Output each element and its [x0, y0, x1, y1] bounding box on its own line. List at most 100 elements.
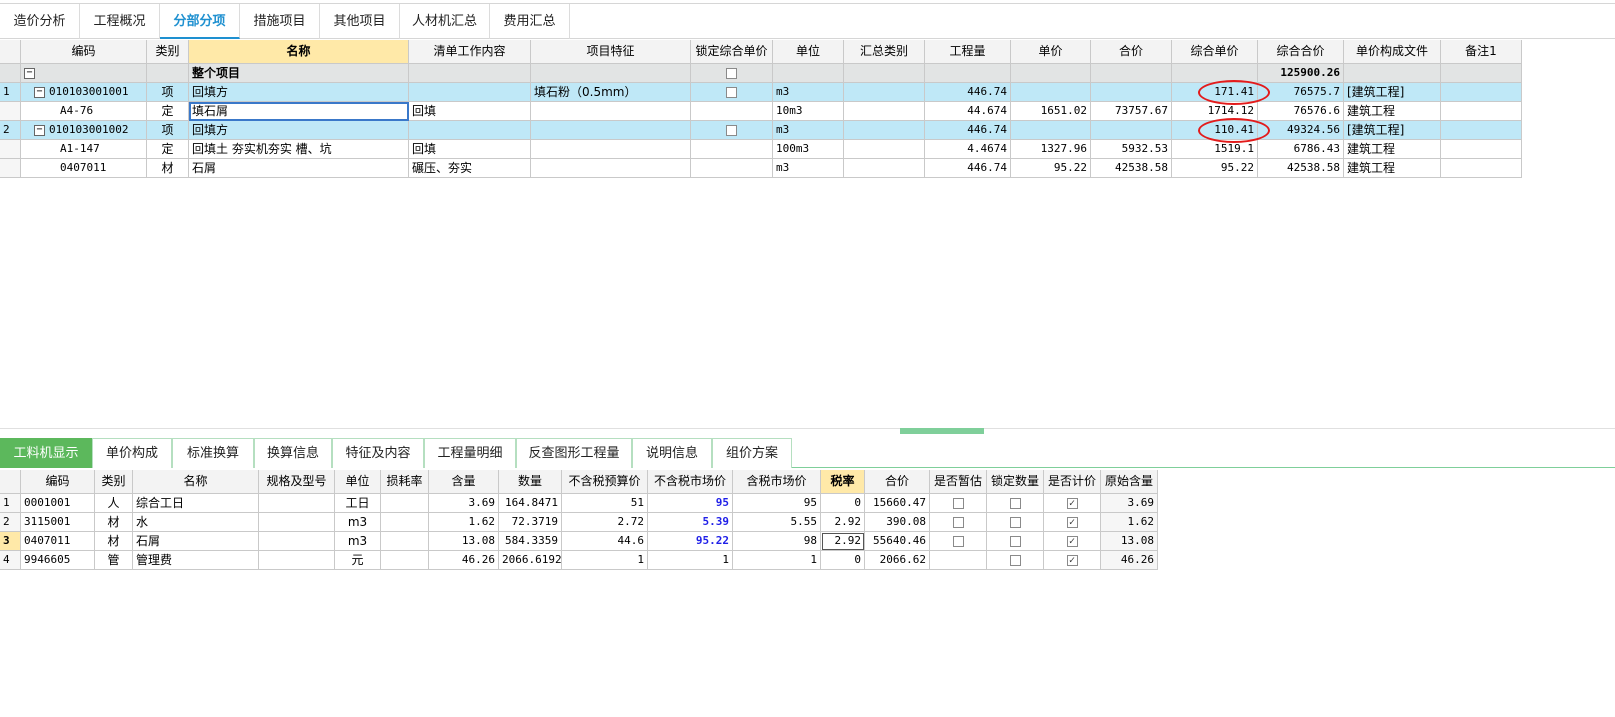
priced-checkbox[interactable]: ✓ [1066, 535, 1078, 547]
detail-header-lock[interactable]: 锁定数量 [987, 470, 1044, 494]
detail-cell-lock[interactable] [987, 494, 1044, 513]
priced-checkbox[interactable]: ✓ [1066, 554, 1078, 566]
detail-header-priced[interactable]: 是否计价 [1044, 470, 1101, 494]
detail-cell-estimate[interactable] [930, 494, 987, 513]
main-header-qty[interactable]: 工程量 [925, 40, 1011, 64]
lock-checkbox[interactable] [1009, 554, 1021, 566]
tab-conversion-info[interactable]: 换算信息 [254, 438, 332, 468]
detail-header-tax_market[interactable]: 含税市场价 [733, 470, 821, 494]
main-header-feature[interactable]: 项目特征 [531, 40, 691, 64]
tab-project-overview[interactable]: 工程概况 [80, 4, 160, 39]
detail-cell-type: 人 [95, 494, 133, 513]
tab-other-items[interactable]: 其他项目 [320, 4, 400, 39]
lock-price-checkbox[interactable] [726, 86, 737, 98]
pane-splitter[interactable] [0, 428, 1615, 429]
detail-header-tax_rate[interactable]: 税率 [821, 470, 865, 494]
detail-header-spec[interactable]: 规格及型号 [259, 470, 335, 494]
main-header-name[interactable]: 名称 [189, 40, 409, 64]
tab-labor-material-summary[interactable]: 人材机汇总 [400, 4, 490, 39]
detail-header-budget[interactable]: 不含税预算价 [562, 470, 648, 494]
tab-standard-conversion[interactable]: 标准换算 [172, 438, 254, 468]
tab-measures[interactable]: 措施项目 [240, 4, 320, 39]
cell-cprice: 110.41 [1172, 121, 1258, 140]
tab-description-info[interactable]: 说明信息 [632, 438, 712, 468]
detail-cell-priced[interactable]: ✓ [1044, 494, 1101, 513]
main-header-ctotal[interactable]: 综合合价 [1258, 40, 1344, 64]
detail-cell-priced[interactable]: ✓ [1044, 513, 1101, 532]
detail-cell-qty: 72.3719 [499, 513, 562, 532]
main-header-cprice[interactable]: 综合单价 [1172, 40, 1258, 64]
tab-labor-material-display[interactable]: 工料机显示 [0, 438, 92, 468]
tab-reverse-graphic-quantity[interactable]: 反查图形工程量 [516, 438, 632, 468]
detail-cell-qty: 584.3359 [499, 532, 562, 551]
cell-lock[interactable] [691, 64, 773, 83]
tab-quantity-detail[interactable]: 工程量明细 [424, 438, 516, 468]
lock-checkbox[interactable] [1009, 516, 1021, 528]
main-header-unit[interactable]: 单位 [773, 40, 844, 64]
detail-header-content[interactable]: 含量 [429, 470, 499, 494]
cell-lock[interactable] [691, 121, 773, 140]
detail-header-unit[interactable]: 单位 [335, 470, 381, 494]
cell-total [1091, 121, 1172, 140]
detail-cell-estimate[interactable] [930, 551, 987, 570]
main-header-price[interactable]: 单价 [1011, 40, 1091, 64]
main-header-file[interactable]: 单价构成文件 [1344, 40, 1441, 64]
detail-cell-content: 46.26 [429, 551, 499, 570]
splitter-handle[interactable] [900, 428, 984, 434]
detail-header-qty[interactable]: 数量 [499, 470, 562, 494]
detail-cell-num: 3 [0, 532, 21, 551]
detail-cell-loss [381, 513, 429, 532]
detail-header-name[interactable]: 名称 [133, 470, 259, 494]
detail-header-estimate[interactable]: 是否暂估 [930, 470, 987, 494]
main-header-total[interactable]: 合价 [1091, 40, 1172, 64]
lock-checkbox[interactable] [1009, 497, 1021, 509]
main-header-code[interactable]: 编码 [21, 40, 147, 64]
detail-cell-lock[interactable] [987, 532, 1044, 551]
detail-cell-priced[interactable]: ✓ [1044, 532, 1101, 551]
cell-lock[interactable] [691, 83, 773, 102]
collapse-icon[interactable]: − [34, 86, 45, 98]
detail-cell-budget: 51 [562, 494, 648, 513]
cell-sumcat [844, 64, 925, 83]
main-header-work[interactable]: 清单工作内容 [409, 40, 531, 64]
detail-cell-num: 2 [0, 513, 21, 532]
tab-cost-analysis[interactable]: 造价分析 [0, 4, 80, 39]
tab-pricing-scheme[interactable]: 组价方案 [712, 438, 792, 468]
lock-price-checkbox[interactable] [726, 67, 737, 79]
detail-cell-lock[interactable] [987, 551, 1044, 570]
tab-sub-items[interactable]: 分部分项 [160, 4, 240, 39]
detail-cell-estimate[interactable] [930, 513, 987, 532]
detail-header-type[interactable]: 类别 [95, 470, 133, 494]
priced-checkbox[interactable]: ✓ [1066, 497, 1078, 509]
detail-cell-lock[interactable] [987, 513, 1044, 532]
estimate-checkbox[interactable] [952, 516, 964, 528]
collapse-icon[interactable]: − [24, 67, 35, 79]
priced-checkbox[interactable]: ✓ [1066, 516, 1078, 528]
detail-header-code[interactable]: 编码 [21, 470, 95, 494]
tab-unit-price-composition[interactable]: 单价构成 [92, 438, 172, 468]
detail-header-orig[interactable]: 原始含量 [1101, 470, 1158, 494]
main-header-type[interactable]: 类别 [147, 40, 189, 64]
collapse-icon[interactable]: − [34, 124, 45, 136]
detail-header-market[interactable]: 不含税市场价 [648, 470, 733, 494]
cell-file: [建筑工程] [1344, 121, 1441, 140]
main-header-note[interactable]: 备注1 [1441, 40, 1522, 64]
cell-lock[interactable] [691, 140, 773, 159]
tab-features-content[interactable]: 特征及内容 [332, 438, 424, 468]
detail-cell-estimate[interactable] [930, 532, 987, 551]
detail-cell-tax_market: 98 [733, 532, 821, 551]
cell-qty: 446.74 [925, 159, 1011, 178]
main-header-lock[interactable]: 锁定综合单价 [691, 40, 773, 64]
main-header-sumcat[interactable]: 汇总类别 [844, 40, 925, 64]
lock-checkbox[interactable] [1009, 535, 1021, 547]
lock-price-checkbox[interactable] [726, 124, 737, 136]
detail-header-total[interactable]: 合价 [865, 470, 930, 494]
detail-cell-spec [259, 532, 335, 551]
tab-cost-summary[interactable]: 费用汇总 [490, 4, 570, 39]
cell-lock[interactable] [691, 159, 773, 178]
estimate-checkbox[interactable] [952, 535, 964, 547]
detail-cell-priced[interactable]: ✓ [1044, 551, 1101, 570]
detail-header-loss[interactable]: 损耗率 [381, 470, 429, 494]
estimate-checkbox[interactable] [952, 497, 964, 509]
cell-lock[interactable] [691, 102, 773, 121]
